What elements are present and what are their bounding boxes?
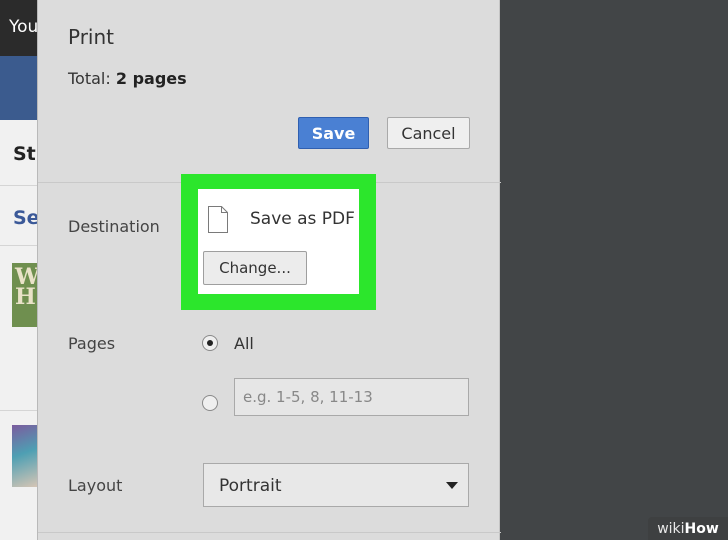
pages-all-radio[interactable] xyxy=(202,335,218,351)
destination-name: Save as PDF xyxy=(250,209,355,229)
total-label: Total: xyxy=(68,69,111,88)
watermark-part2: How xyxy=(684,520,719,537)
watermark: wiki How xyxy=(648,517,728,540)
background-page: You St Se W H xyxy=(0,0,40,540)
pages-label: Pages xyxy=(68,334,116,353)
dialog-title: Print xyxy=(68,25,115,49)
chevron-down-icon xyxy=(446,482,458,489)
destination-panel: Save as PDF Change... xyxy=(198,189,359,294)
background-section-heading: St xyxy=(13,143,36,165)
destination-highlight: Save as PDF Change... xyxy=(181,174,376,310)
total-value: 2 pages xyxy=(115,69,187,88)
save-button[interactable]: Save xyxy=(298,117,369,149)
background-topbar: You xyxy=(0,0,40,56)
footer-divider xyxy=(38,532,501,533)
change-destination-button[interactable]: Change... xyxy=(203,251,307,285)
total-pages: Total: 2 pages xyxy=(68,69,187,88)
background-link: Se xyxy=(13,207,40,229)
pages-custom-radio[interactable] xyxy=(202,395,218,411)
cancel-button[interactable]: Cancel xyxy=(387,117,470,149)
layout-label: Layout xyxy=(68,476,123,495)
background-thumbnail: W H xyxy=(12,263,40,327)
pages-range-input[interactable] xyxy=(234,378,469,416)
layout-select-value: Portrait xyxy=(219,476,282,496)
destination-label: Destination xyxy=(68,217,160,236)
background-divider xyxy=(0,245,40,246)
print-dialog: Print Total: 2 pages Save Cancel Destina… xyxy=(37,0,501,540)
document-icon xyxy=(208,206,228,233)
layout-select[interactable]: Portrait xyxy=(203,463,469,507)
background-banner xyxy=(0,56,40,120)
background-thumbnail xyxy=(12,425,40,487)
background-topbar-text: You xyxy=(9,17,39,37)
watermark-part1: wiki xyxy=(657,520,685,537)
print-preview-area xyxy=(500,0,728,540)
pages-all-label[interactable]: All xyxy=(234,334,254,353)
background-divider xyxy=(0,185,40,186)
background-divider xyxy=(0,410,40,411)
